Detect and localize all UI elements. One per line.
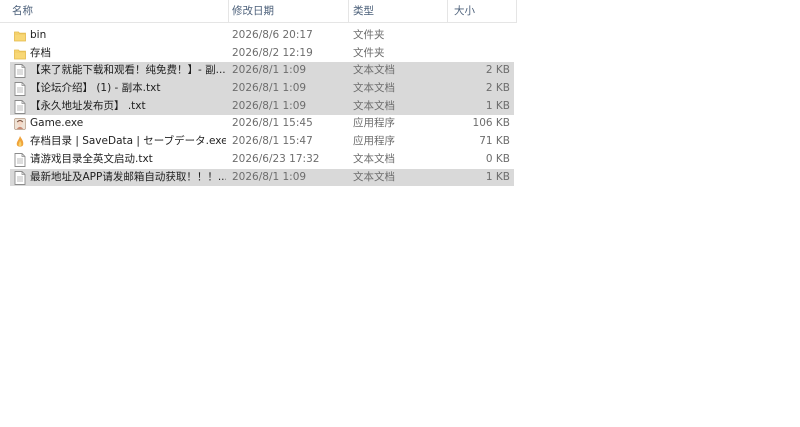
file-name: 存档 (30, 46, 51, 59)
file-row[interactable]: 最新地址及APP请发邮箱自动获取！！！... 2026/8/1 1:09 文本文档 1… (10, 168, 514, 187)
column-header-type-label: 类型 (353, 5, 374, 17)
file-modified-date: 2026/8/1 1:09 (232, 170, 307, 183)
text-file-icon (14, 152, 26, 167)
file-modified-date: 2026/8/1 1:09 (232, 82, 307, 95)
file-list: bin 2026/8/6 20:17 文件夹 存档 2026/8/2 12:19 文件夹【… (10, 27, 514, 187)
text-file-icon (14, 99, 26, 114)
file-row[interactable]: 存档目录 | SaveData | セーブデータ.exe 2026/8/1 15:… (10, 133, 514, 151)
column-divider[interactable] (228, 0, 229, 22)
file-name: 存档目录 | SaveData | セーブデータ.exe (30, 135, 226, 148)
file-size: 1 KB (485, 99, 510, 112)
file-row[interactable]: 存档 2026/8/2 12:19 文件夹 (10, 45, 514, 63)
file-row[interactable]: 【论坛介绍】 (1) - 副本.txt 2026/8/1 1:09 文本文档 2 KB (10, 80, 514, 98)
file-size: 0 KB (485, 152, 510, 165)
column-header-type[interactable]: 类型 (351, 0, 447, 22)
column-header-name-label: 名称 (12, 5, 33, 17)
file-modified-date: 2026/6/23 17:32 (232, 152, 320, 165)
file-modified-date: 2026/8/1 1:09 (232, 99, 307, 112)
file-size: 106 KB (472, 117, 510, 130)
file-modified-date: 2026/8/2 12:19 (232, 46, 313, 59)
file-row[interactable]: 【来了就能下载和观看！纯免费！】- 副... 2026/8/1 1:09 文本文档 2… (10, 62, 514, 81)
file-type: 文本文档 (353, 170, 395, 183)
folder-icon (14, 29, 26, 43)
column-header-size-label: 大小 (454, 5, 475, 17)
savedata-app-icon (14, 135, 26, 149)
file-modified-date: 2026/8/6 20:17 (232, 29, 313, 41)
column-divider[interactable] (348, 0, 349, 22)
file-name: Game.exe (30, 117, 84, 130)
file-modified-date: 2026/8/1 15:45 (232, 117, 313, 130)
column-header-size[interactable]: 大小 (452, 0, 516, 22)
file-name: 【来了就能下载和观看！纯免费！】- 副... (30, 64, 226, 77)
file-row[interactable]: bin 2026/8/6 20:17 文件夹 (10, 27, 514, 45)
file-type: 文件夹 (353, 46, 385, 59)
file-type: 文本文档 (353, 64, 395, 77)
file-row[interactable]: 请游戏目录全英文启动.txt 2026/6/23 17:32 文本文档 0 KB (10, 151, 514, 169)
file-name: 请游戏目录全英文启动.txt (30, 152, 153, 165)
file-modified-date: 2026/8/1 15:47 (232, 135, 313, 148)
file-type: 文本文档 (353, 99, 395, 112)
file-name: 【论坛介绍】 (1) - 副本.txt (30, 82, 161, 95)
text-file-icon (14, 64, 26, 79)
text-file-icon (14, 82, 26, 97)
folder-icon (14, 47, 26, 61)
file-size (450, 27, 510, 45)
file-size: 71 KB (479, 135, 510, 148)
file-row[interactable]: Game.exe 2026/8/1 15:45 应用程序 106 KB (10, 115, 514, 133)
file-explorer: 名称 ^ 修改日期 类型 大小 bin 2026/8/6 20:17 文件夹 存档 20… (0, 0, 800, 427)
file-name: 最新地址及APP请发邮箱自动获取！！！... (30, 170, 226, 183)
file-size (450, 45, 510, 63)
text-file-icon (14, 170, 26, 185)
file-type: 应用程序 (353, 117, 395, 130)
file-size: 1 KB (485, 170, 510, 183)
file-name: bin (30, 29, 47, 41)
column-header-date-label: 修改日期 (232, 5, 274, 17)
file-modified-date: 2026/8/1 1:09 (232, 64, 307, 77)
file-type: 应用程序 (353, 135, 395, 148)
column-divider[interactable] (447, 0, 448, 22)
column-divider[interactable] (516, 0, 517, 22)
column-header-date[interactable]: 修改日期 (230, 0, 348, 22)
file-type: 文本文档 (353, 82, 395, 95)
sort-ascending-icon: ^ (114, 0, 122, 6)
file-row[interactable]: 【永久地址发布页】 .txt 2026/8/1 1:09 文本文档 1 KB (10, 97, 514, 116)
file-size: 2 KB (485, 64, 510, 77)
file-type: 文件夹 (353, 29, 385, 41)
file-size: 2 KB (485, 82, 510, 95)
file-name: 【永久地址发布页】 .txt (30, 99, 146, 112)
column-header-row: 名称 ^ 修改日期 类型 大小 (0, 0, 517, 23)
game-app-icon (14, 117, 26, 131)
file-type: 文本文档 (353, 152, 395, 165)
